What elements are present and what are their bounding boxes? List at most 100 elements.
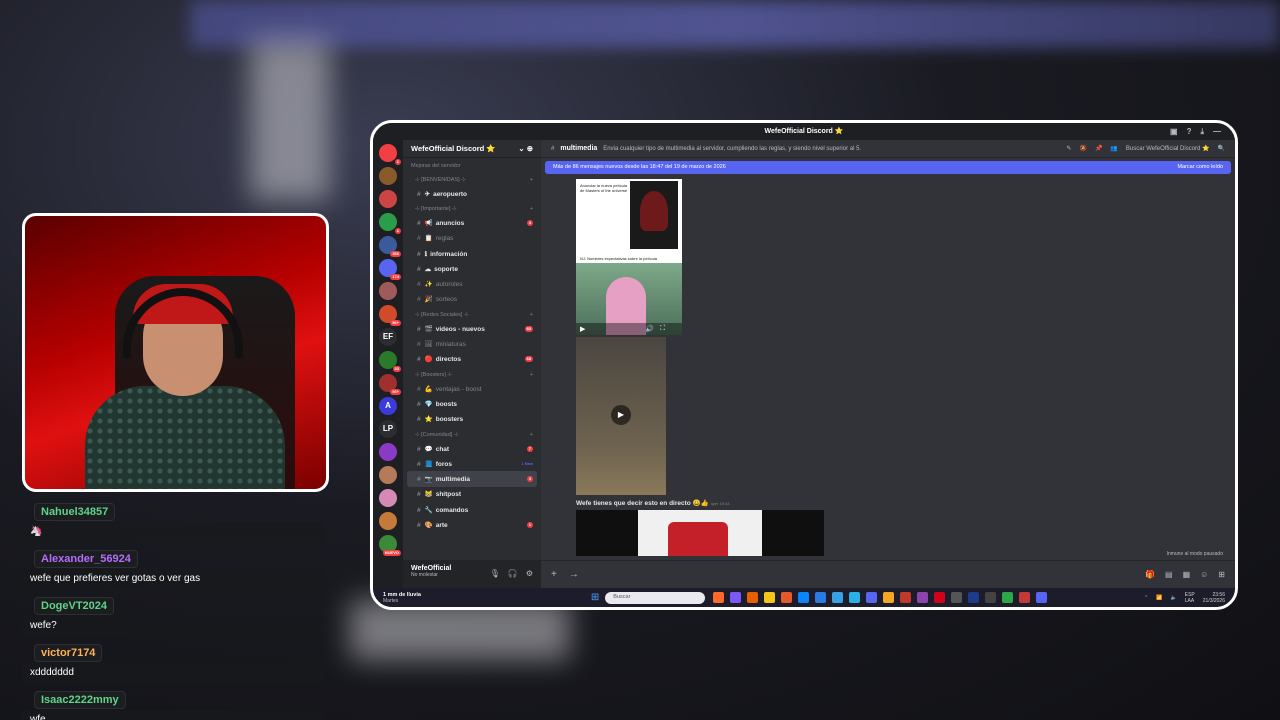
server-header[interactable]: WefeOfficial Discord ⭐ ⌄ ⊕ (403, 140, 541, 158)
channel-item[interactable]: # 🖼 miniaturas (407, 336, 537, 351)
server-icon[interactable]: 96+ (379, 374, 401, 395)
channel-item[interactable]: # 📋 reglas (407, 231, 537, 246)
emoji-icon[interactable]: ☺ (1200, 570, 1208, 579)
app-icon[interactable] (951, 592, 963, 603)
members-icon[interactable]: 👥 (1110, 145, 1117, 152)
channel-item[interactable]: # ℹ información (407, 246, 537, 261)
channel-category[interactable]: ⊹ [Boosters] ⊹ + (407, 367, 537, 381)
headphones-icon[interactable]: 🎧 (508, 569, 518, 578)
fullscreen-icon[interactable]: ⛶ (660, 325, 665, 333)
mark-read-button[interactable]: Marcar como leído (1177, 164, 1223, 171)
app-icon[interactable] (849, 592, 861, 603)
channel-item[interactable]: # ✈ aeropuerto (407, 186, 537, 201)
app-icon[interactable] (985, 592, 997, 603)
app-icon[interactable] (832, 592, 844, 603)
chrome-icon[interactable] (1002, 592, 1014, 603)
weather-widget[interactable]: 1 mm de lluvia Martes (383, 592, 421, 604)
store-icon[interactable] (815, 592, 827, 603)
channel-item[interactable]: # 💬 chat 7 (407, 441, 537, 456)
threads-icon[interactable]: ✎ (1066, 145, 1071, 152)
server-icon[interactable]: 366 (379, 236, 401, 257)
add-channel-icon[interactable]: + (530, 432, 533, 438)
server-icon[interactable]: NUEVO (379, 535, 401, 556)
image-attachment[interactable] (576, 510, 824, 556)
notification-bell-icon[interactable]: 🔕 (1079, 145, 1086, 152)
add-channel-icon[interactable]: + (530, 312, 533, 318)
app-icon[interactable] (866, 592, 878, 603)
server-icon[interactable]: 96+ (379, 305, 401, 326)
help-icon[interactable]: ? (1187, 123, 1192, 140)
channel-item[interactable]: # 🔴 directos 68 (407, 352, 537, 367)
app-icon[interactable] (781, 592, 793, 603)
app-icon[interactable] (1019, 592, 1031, 603)
wifi-icon[interactable]: 📶 (1156, 595, 1162, 601)
apps-icon[interactable]: ⊞ (1218, 570, 1225, 579)
channel-item[interactable]: # ✨ autoroles (407, 276, 537, 291)
channel-item[interactable]: # 🎨 arte 1 (407, 517, 537, 532)
channel-item[interactable]: # ⭐ boosters (407, 412, 537, 427)
movie-poster-image[interactable]: Anunciar la nueva película de Masters of… (576, 179, 682, 263)
add-channel-icon[interactable]: + (530, 372, 533, 378)
sticker-icon[interactable]: ▦ (1183, 570, 1191, 579)
channel-item[interactable]: # 🎬 videos - nuevos 83 (407, 321, 537, 336)
photoshop-icon[interactable] (968, 592, 980, 603)
server-icon[interactable] (379, 443, 397, 461)
server-icon[interactable]: A (379, 397, 397, 415)
gift-icon[interactable]: 🎁 (1145, 570, 1155, 579)
app-icon[interactable] (917, 592, 929, 603)
channel-item[interactable]: # 📘 foros 1 New (407, 456, 537, 471)
firefox-icon[interactable] (747, 592, 759, 603)
channel-item[interactable]: # 💪 ventajas - boost (407, 381, 537, 396)
channel-category[interactable]: ⊹ [BENVENIDAS] ⊹ + (407, 172, 537, 186)
channel-item[interactable]: # 💎 boosts (407, 396, 537, 411)
app-icon[interactable] (934, 592, 946, 603)
minimize-icon[interactable]: — (1213, 123, 1221, 140)
opera-icon[interactable] (900, 592, 912, 603)
volume-icon[interactable]: 🔊 (645, 325, 654, 333)
play-button-icon[interactable]: ▶ (611, 405, 631, 425)
edge-icon[interactable] (798, 592, 810, 603)
app-icon[interactable] (883, 592, 895, 603)
file-explorer-icon[interactable] (764, 592, 776, 603)
server-icon[interactable]: 174 (379, 259, 401, 280)
server-icon[interactable] (379, 167, 397, 185)
settings-gear-icon[interactable]: ⚙ (526, 569, 533, 578)
add-attachment-icon[interactable]: + (551, 569, 557, 580)
channel-item[interactable]: # 📢 anuncios 4 (407, 215, 537, 230)
tray-chevron-icon[interactable]: ⌃ (1144, 595, 1148, 601)
server-icon[interactable] (379, 282, 397, 300)
new-messages-bar[interactable]: Más de 86 mensajes nuevos desde las 18:4… (545, 161, 1231, 174)
channel-category[interactable]: ⊹ [Comunidad] ⊹ + (407, 427, 537, 441)
server-icon[interactable]: LP (379, 420, 397, 438)
server-icon[interactable] (379, 190, 397, 208)
server-icon[interactable] (379, 466, 397, 484)
server-icon[interactable] (379, 489, 397, 507)
add-channel-icon[interactable]: + (530, 206, 533, 212)
video-attachment-1[interactable]: ▶ 🔊 ⛶ (576, 263, 682, 335)
language-indicator[interactable]: ESP LAA (1185, 592, 1195, 604)
inbox-icon[interactable]: ▣ (1170, 123, 1178, 140)
server-icon[interactable]: 33 (379, 351, 401, 372)
windows-start-icon[interactable]: ⊞ (591, 592, 599, 603)
channel-item[interactable]: # 😹 shitpost (407, 487, 537, 502)
add-channel-icon[interactable]: + (530, 177, 533, 183)
server-icon[interactable]: 1 (379, 144, 401, 165)
channel-item[interactable]: # 🎉 sorteos (407, 292, 537, 307)
channel-category[interactable]: ⊹ [Importante] ⊹ + (407, 201, 537, 215)
download-icon[interactable]: ⤓ (1200, 123, 1204, 140)
play-icon[interactable]: ▶ (580, 325, 585, 333)
channel-category[interactable]: ⊹ [Redes Sociales] ⊹ + (407, 307, 537, 321)
channel-item[interactable]: # ☁ soporte (407, 261, 537, 276)
volume-tray-icon[interactable]: 🔈 (1171, 595, 1177, 601)
clock[interactable]: 23:56 21/3/2026 (1203, 592, 1225, 604)
channel-item[interactable]: # 🔧 comandos (407, 502, 537, 517)
microphone-icon[interactable]: 🎙 (490, 569, 500, 578)
search-input[interactable]: Buscar WefeOfficial Discord ⭐ (1126, 145, 1210, 152)
brave-icon[interactable] (713, 592, 725, 603)
discord-icon[interactable] (1036, 592, 1048, 603)
taskbar-search[interactable]: Buscar (605, 591, 706, 604)
gif-icon[interactable]: ▤ (1165, 570, 1173, 579)
server-boost-item[interactable]: Mejoras del servidor (403, 158, 541, 172)
server-icon[interactable] (379, 512, 397, 530)
app-icon[interactable] (730, 592, 742, 603)
